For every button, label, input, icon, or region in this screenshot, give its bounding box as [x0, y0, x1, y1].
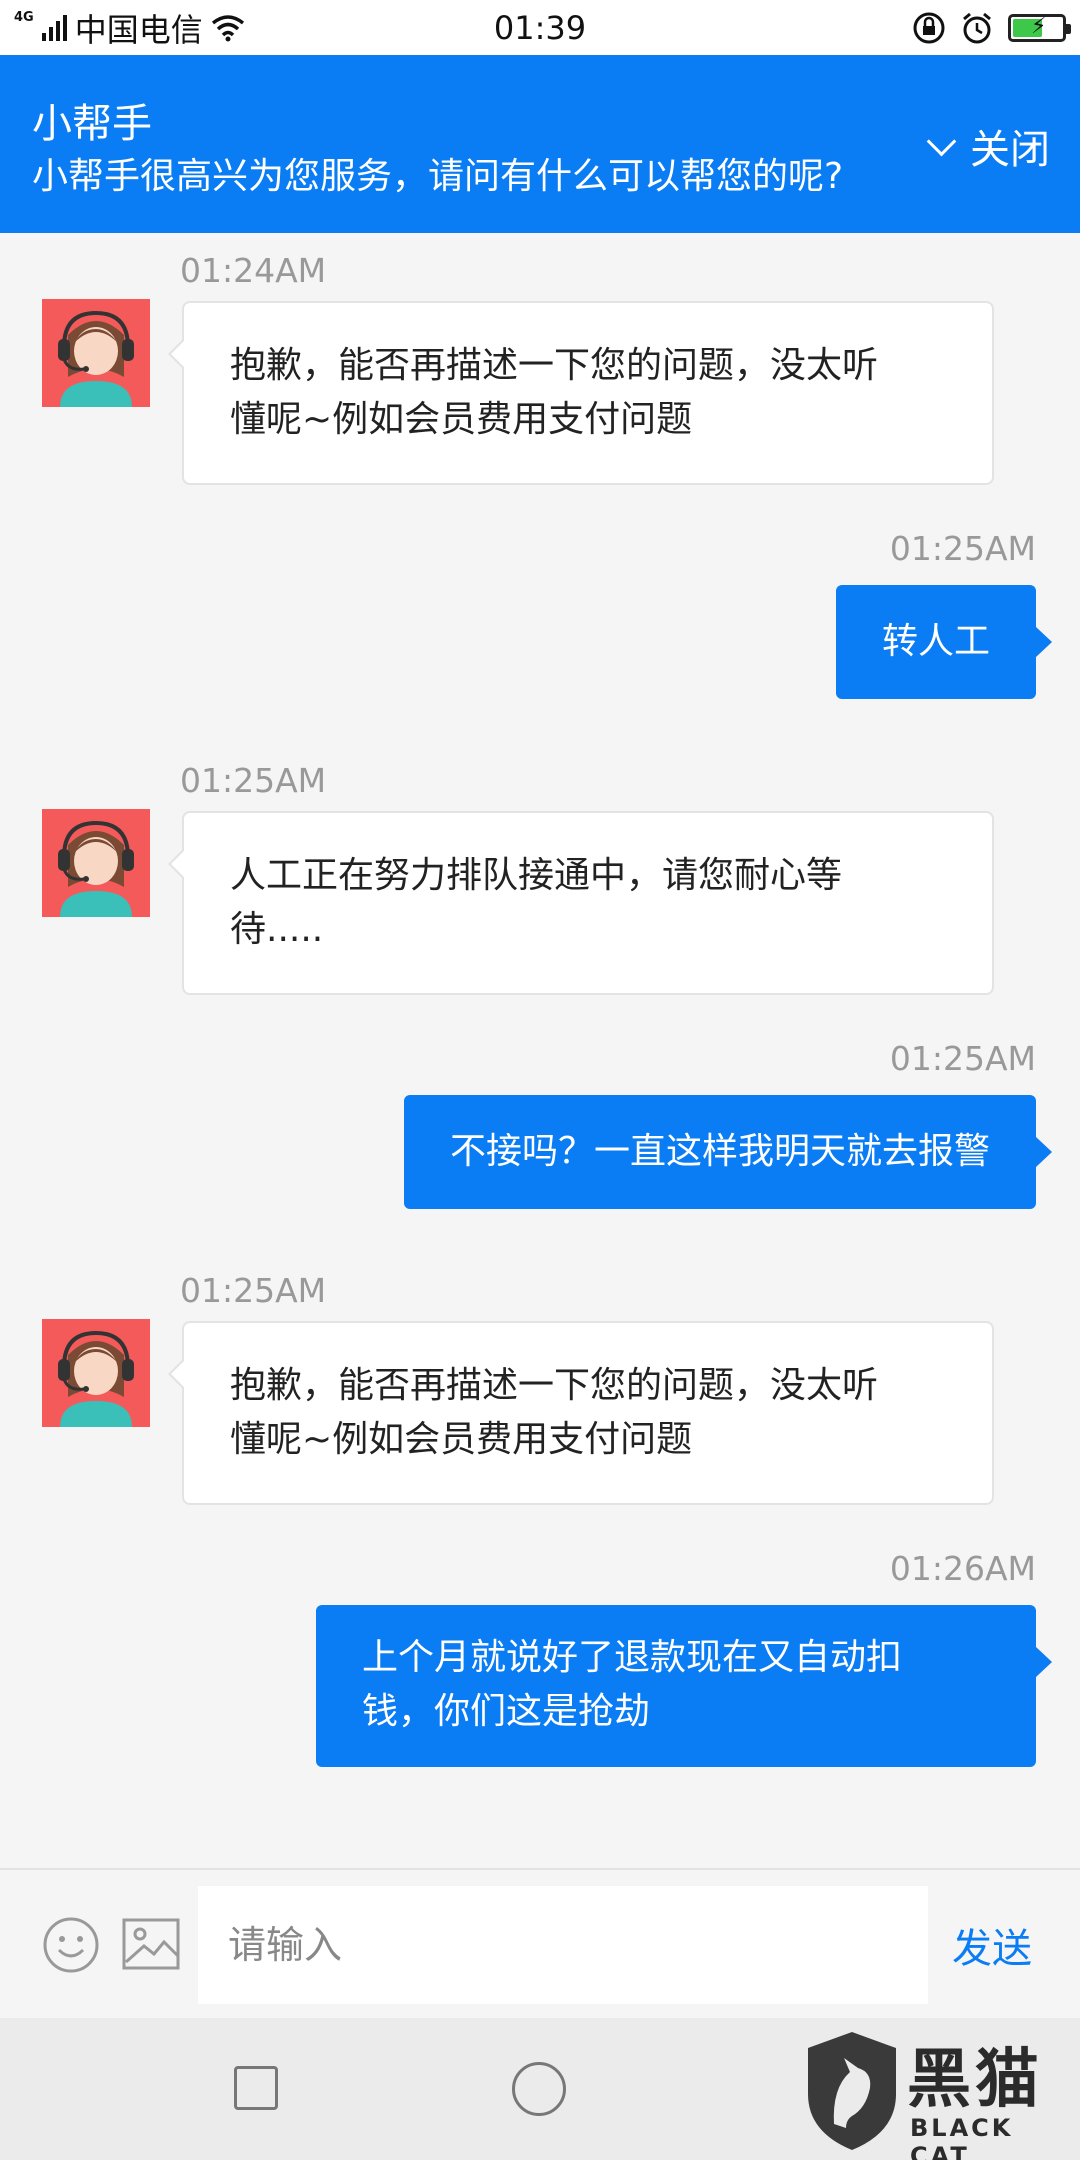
message-bubble[interactable]: 抱歉，能否再描述一下您的问题，没太听 懂呢~例如会员费用支付问题	[168, 301, 994, 485]
message-line: 懂呢~例如会员费用支付问题	[230, 399, 693, 440]
header-title: 小帮手	[32, 101, 152, 147]
message-timestamp: 01:25AM	[889, 529, 1036, 568]
message-line: 人工正在努力排队接通中，请您耐心等	[230, 855, 843, 896]
chat-header: 小帮手 小帮手很高兴为您服务，请问有什么可以帮您的呢? 关闭	[0, 55, 1080, 233]
message-line: 上个月就说好了退款现在又自动扣	[362, 1637, 903, 1678]
agent-avatar-icon	[42, 809, 150, 917]
message-bubble[interactable]: 转人工	[835, 585, 1053, 699]
chat-list[interactable]: 01:24AM 抱歉，能否再描述一下您的问题，没太听 懂呢~例如会员费用支付问题…	[0, 233, 1080, 1868]
message-line: 钱，你们这是抢劫	[362, 1691, 651, 1732]
message-bubble[interactable]: 人工正在努力排队接通中，请您耐心等 待.....	[168, 811, 994, 995]
signal-icon	[41, 14, 67, 41]
message-user: 01:25AM 转人工	[0, 523, 1080, 703]
network-type: 4G	[14, 10, 34, 25]
status-right: ⚡	[912, 11, 1071, 45]
header-subtitle: 小帮手很高兴为您服务，请问有什么可以帮您的呢?	[32, 156, 844, 197]
chevron-down-icon	[924, 129, 958, 163]
message-line: 懂呢~例如会员费用支付问题	[230, 1419, 693, 1460]
carrier-name: 中国电信	[74, 10, 203, 49]
status-bar: 4G 中国电信 01:39 ⚡	[0, 0, 1080, 55]
image-icon[interactable]	[122, 1918, 180, 1970]
navigation-bar: 黑猫 BLACK CAT	[0, 2018, 1080, 2160]
agent-avatar	[42, 809, 150, 917]
message-bubble[interactable]: 抱歉，能否再描述一下您的问题，没太听 懂呢~例如会员费用支付问题	[168, 1321, 994, 1505]
close-label: 关闭	[970, 127, 1050, 173]
home-button[interactable]	[512, 2062, 566, 2116]
message-agent: 01:25AM 人工正在努力排队接通中，请您耐心等 待.....	[0, 743, 1080, 995]
message-line: 待.....	[230, 909, 324, 950]
status-left: 4G 中国电信	[14, 5, 245, 51]
rotation-lock-icon	[913, 12, 945, 43]
message-line: 不接吗？一直这样我明天就去报警	[449, 1131, 990, 1172]
message-user: 01:25AM 不接吗？一直这样我明天就去报警	[0, 1033, 1080, 1213]
message-line: 抱歉，能否再描述一下您的问题，没太听	[230, 345, 879, 386]
agent-avatar-icon	[42, 299, 150, 407]
message-user: 01:26AM 上个月就说好了退款现在又自动扣 钱，你们这是抢劫	[0, 1543, 1080, 1783]
alarm-icon	[963, 12, 991, 43]
message-agent: 01:25AM 抱歉，能否再描述一下您的问题，没太听 懂呢~例如会员费用支付问题	[0, 1253, 1080, 1505]
close-button[interactable]: 关闭	[924, 117, 1050, 175]
message-bubble[interactable]: 不接吗？一直这样我明天就去报警	[403, 1095, 1053, 1209]
message-input[interactable]	[198, 1886, 928, 2004]
message-bubble[interactable]: 上个月就说好了退款现在又自动扣 钱，你们这是抢劫	[316, 1605, 1052, 1767]
watermark-text-en: BLACK CAT	[910, 2114, 1014, 2160]
battery-icon: ⚡	[1008, 13, 1071, 42]
message-agent: 01:24AM 抱歉，能否再描述一下您的问题，没太听 懂呢~例如会员费用支付问题	[0, 233, 1080, 485]
smiley-icon[interactable]	[42, 1916, 100, 1974]
send-button[interactable]: 发送	[952, 1916, 1032, 1974]
message-timestamp: 01:25AM	[180, 761, 327, 800]
agent-avatar	[42, 299, 150, 407]
message-timestamp: 01:26AM	[889, 1549, 1036, 1588]
message-timestamp: 01:24AM	[180, 251, 327, 290]
message-timestamp: 01:25AM	[889, 1039, 1036, 1078]
watermark-text-cn: 黑猫	[907, 2043, 1043, 2117]
message-line: 转人工	[881, 621, 990, 662]
cat-shield-icon	[808, 2032, 896, 2150]
agent-avatar-icon	[42, 1319, 150, 1427]
input-bar: 发送	[0, 1868, 1080, 2018]
agent-avatar	[42, 1319, 150, 1427]
wifi-icon	[211, 14, 244, 41]
message-timestamp: 01:25AM	[180, 1271, 327, 1310]
watermark-logo: 黑猫 BLACK CAT	[802, 2026, 1072, 2160]
recent-apps-button[interactable]	[234, 2066, 278, 2110]
message-line: 抱歉，能否再描述一下您的问题，没太听	[230, 1365, 879, 1406]
